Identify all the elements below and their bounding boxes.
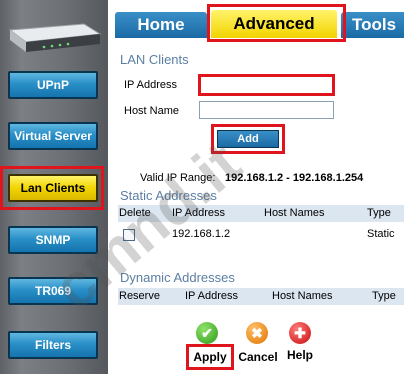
row-ip-address: 192.168.1.2 — [172, 228, 231, 240]
host-name-label: Host Name — [124, 105, 180, 117]
tab-home[interactable]: Home — [115, 12, 207, 38]
sidebar-item-label: Virtual Server — [8, 122, 98, 150]
sidebar-item-tr069[interactable]: TR069 — [2, 270, 106, 314]
sidebar-item-label: SNMP — [8, 226, 98, 254]
sidebar-item-label: Lan Clients — [8, 174, 98, 202]
cancel-button[interactable]: Cancel — [236, 350, 280, 364]
cancel-x-icon[interactable]: ✖ — [246, 322, 268, 344]
sidebar-item-upnp[interactable]: UPnP — [2, 64, 106, 108]
add-button[interactable]: Add — [217, 130, 279, 148]
column-header: Type — [367, 207, 391, 219]
router-device-icon — [8, 23, 102, 52]
ip-address-input[interactable] — [198, 74, 335, 96]
row-type: Static — [367, 228, 395, 240]
static-table-header: Delete IP Address Host Names Type — [118, 205, 404, 222]
sidebar-item-label: TR069 — [8, 277, 98, 305]
add-button-highlight: Add — [211, 124, 285, 154]
dynamic-table-header: Reserve IP Address Host Names Type — [118, 288, 404, 305]
tab-tools[interactable]: Tools — [341, 12, 404, 38]
sidebar-item-virtual-server[interactable]: Virtual Server — [2, 115, 106, 159]
host-name-input[interactable] — [199, 101, 334, 119]
dynamic-addresses-title: Dynamic Addresses — [120, 270, 235, 285]
sidebar-item-lan-clients[interactable]: Lan Clients — [0, 166, 104, 210]
sidebar-item-label: UPnP — [8, 71, 98, 99]
column-header: Host Names — [272, 290, 333, 302]
valid-ip-range-value: 192.168.1.2 - 192.168.1.254 — [225, 172, 364, 184]
sidebar-item-filters[interactable]: Filters — [2, 324, 106, 368]
column-header: Type — [372, 290, 396, 302]
help-plus-icon[interactable]: ✚ — [289, 322, 311, 344]
column-header: IP Address — [185, 290, 238, 302]
column-header: Reserve — [119, 290, 160, 302]
table-row: 192.168.1.2 Static — [118, 226, 404, 244]
sidebar-item-label: Filters — [8, 331, 98, 359]
sidebar-item-snmp[interactable]: SNMP — [2, 219, 106, 263]
apply-check-icon[interactable]: ✔ — [196, 322, 218, 344]
delete-checkbox[interactable] — [123, 229, 135, 241]
column-header: Delete — [119, 207, 151, 219]
static-addresses-title: Static Addresses — [120, 188, 217, 203]
ip-address-label: IP Address — [124, 79, 177, 91]
lan-clients-title: LAN Clients — [120, 52, 189, 67]
apply-button[interactable]: Apply — [188, 350, 232, 364]
column-header: IP Address — [172, 207, 225, 219]
valid-ip-range-label: Valid IP Range: — [140, 172, 216, 184]
column-header: Host Names — [264, 207, 325, 219]
top-tab-bar: Home Advanced Tools — [115, 8, 404, 38]
sidebar: UPnP Virtual Server Lan Clients SNMP TR0… — [0, 0, 108, 374]
tab-advanced[interactable]: Advanced — [211, 10, 337, 38]
help-button[interactable]: Help — [278, 348, 322, 362]
